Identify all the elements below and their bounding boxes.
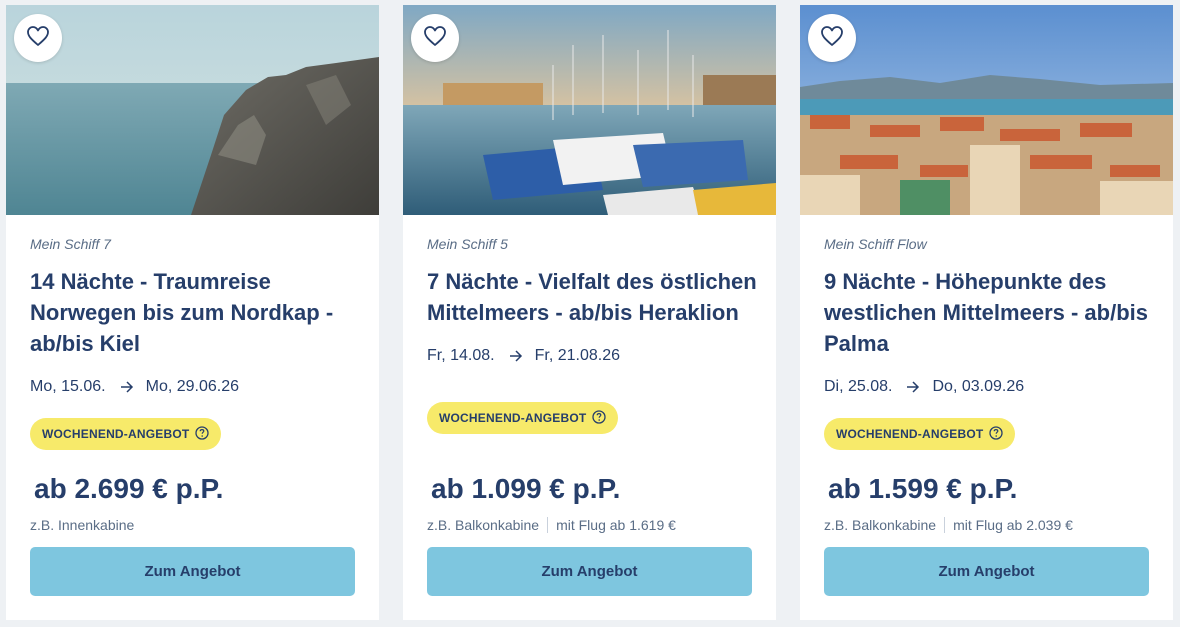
offer-card[interactable]: Mein Schiff 5 7 Nächte - Vielfalt des ös… — [403, 5, 776, 620]
ship-name: Mein Schiff Flow — [824, 236, 927, 252]
cabin-type: z.B. Balkonkabine — [427, 517, 540, 533]
flight-price: mit Flug ab 2.039 € — [953, 517, 1073, 533]
divider — [547, 517, 549, 533]
divider — [944, 517, 946, 533]
cabin-info: z.B. Balkonkabine mit Flug ab 2.039 € — [824, 517, 1073, 533]
offer-title[interactable]: 9 Nächte - Höhepunkte des westlichen Mit… — [824, 266, 1159, 359]
heart-icon — [423, 25, 447, 52]
heart-icon — [26, 25, 50, 52]
info-icon[interactable] — [989, 425, 1004, 443]
offer-button[interactable]: Zum Angebot — [427, 547, 752, 596]
price: ab 2.699 € p.P. — [34, 473, 224, 504]
favorite-button[interactable] — [14, 14, 62, 62]
offer-button[interactable]: Zum Angebot — [824, 547, 1149, 596]
favorite-button[interactable] — [808, 14, 856, 62]
offer-title[interactable]: 14 Nächte - Traumreise Norwegen bis zum … — [30, 266, 365, 359]
badge-label: WOCHENEND-ANGEBOT — [439, 411, 587, 425]
badge-label: WOCHENEND-ANGEBOT — [836, 427, 984, 441]
info-icon[interactable] — [592, 409, 607, 427]
date-from: Di, 25.08. — [824, 378, 893, 395]
ship-name: Mein Schiff 7 — [30, 236, 111, 252]
price: ab 1.099 € p.P. — [431, 473, 621, 504]
weekend-offer-badge: WOCHENEND-ANGEBOT — [824, 418, 1016, 450]
offer-title[interactable]: 7 Nächte - Vielfalt des östlichen Mittel… — [427, 266, 762, 328]
heart-icon — [820, 25, 844, 52]
offer-card[interactable]: Mein Schiff Flow 9 Nächte - Höhepunkte d… — [800, 5, 1173, 620]
arrow-right-icon — [509, 350, 523, 362]
date-to: Mo, 29.06.26 — [145, 378, 240, 395]
price: ab 1.599 € p.P. — [828, 473, 1018, 504]
cabin-info: z.B. Balkonkabine mit Flug ab 1.619 € — [427, 517, 676, 533]
date-to: Do, 03.09.26 — [932, 378, 1025, 395]
weekend-offer-badge: WOCHENEND-ANGEBOT — [30, 418, 222, 450]
ship-name: Mein Schiff 5 — [427, 236, 508, 252]
offer-card[interactable]: Mein Schiff 7 14 Nächte - Traumreise Nor… — [6, 5, 379, 620]
favorite-button[interactable] — [411, 14, 459, 62]
info-icon[interactable] — [195, 425, 210, 443]
arrow-right-icon — [120, 381, 134, 393]
travel-dates: Di, 25.08. Do, 03.09.26 — [824, 378, 1024, 396]
travel-dates: Fr, 14.08. Fr, 21.08.26 — [427, 347, 620, 365]
date-from: Fr, 14.08. — [427, 347, 495, 364]
weekend-offer-badge: WOCHENEND-ANGEBOT — [427, 402, 619, 434]
cabin-info: z.B. Innenkabine — [30, 517, 134, 533]
arrow-right-icon — [906, 381, 920, 393]
travel-dates: Mo, 15.06. Mo, 29.06.26 — [30, 378, 239, 396]
badge-label: WOCHENEND-ANGEBOT — [42, 427, 190, 441]
date-from: Mo, 15.06. — [30, 378, 106, 395]
offer-button[interactable]: Zum Angebot — [30, 547, 355, 596]
flight-price: mit Flug ab 1.619 € — [556, 517, 676, 533]
cabin-type: z.B. Innenkabine — [30, 517, 135, 533]
cabin-type: z.B. Balkonkabine — [824, 517, 937, 533]
date-to: Fr, 21.08.26 — [534, 347, 620, 364]
